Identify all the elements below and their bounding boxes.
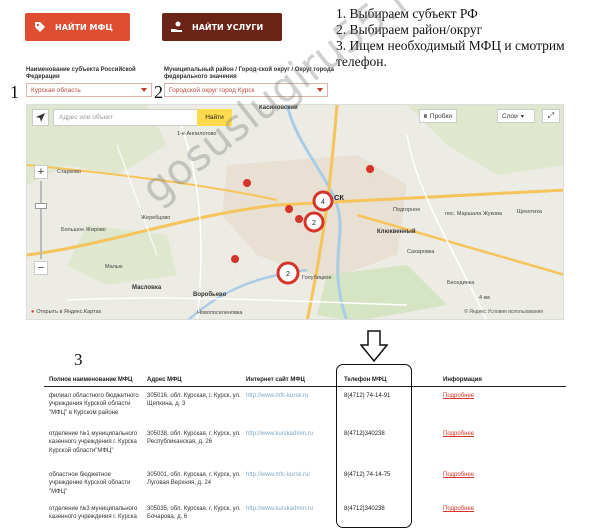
table-cell-address: 305035, обл. Курская, г. Курск, ул. Боча… — [147, 506, 241, 521]
details-link[interactable]: Подробнее — [443, 430, 474, 438]
svg-text:2: 2 — [286, 271, 290, 278]
table-cell-name: областное бюджетное учреждение Курской о… — [49, 472, 131, 495]
col-header-site: Интернет сайт МФЦ — [246, 377, 305, 383]
map-scale: 4 км — [479, 295, 490, 301]
cluster-marker[interactable]: 2 — [303, 211, 325, 233]
find-services-button[interactable]: НАЙТИ УСЛУГИ — [162, 13, 282, 41]
find-mfc-label: НАЙТИ МФЦ — [55, 22, 113, 32]
details-link[interactable]: Подробнее — [443, 392, 474, 400]
table-cell-site-link[interactable]: http://www.kurskadmin.ru — [246, 430, 341, 438]
table-cell-address: 305038, обл. Курская, г. Курск, ул. Респ… — [147, 431, 241, 446]
col-header-name: Полное наименование МФЦ — [49, 377, 133, 383]
subject-label: Наименование субъекта Российской Федерац… — [26, 67, 136, 80]
table-cell-address: 305016, обл. Курская, г. Курск, ул. Щепк… — [147, 393, 241, 408]
col-header-address: Адрес МФЦ — [147, 377, 182, 383]
step-marker-2: 2 — [154, 82, 163, 102]
open-in-yandex-link[interactable]: ● Открыть в Яндекс.Картах — [31, 309, 101, 315]
table-cell-site-link[interactable]: http://www.mfc-kursk.ru/ — [246, 471, 341, 479]
details-link[interactable]: Подробнее — [443, 505, 474, 513]
map-pin-icon[interactable] — [231, 255, 240, 271]
map-pin-icon[interactable] — [366, 165, 375, 181]
svg-text:2: 2 — [312, 220, 316, 227]
step-marker-1: 1 — [10, 82, 19, 102]
find-mfc-button[interactable]: НАЙТИ МФЦ — [25, 13, 130, 41]
map-widget[interactable]: Адрес или объект Найти Пробки Слои ▾ ⤢ +… — [26, 104, 564, 320]
details-link[interactable]: Подробнее — [443, 471, 474, 479]
table-divider — [44, 386, 566, 387]
step-marker-3: 3 — [74, 350, 83, 369]
subject-select[interactable]: Курская область — [26, 83, 152, 97]
map-pin-icon[interactable] — [295, 215, 304, 231]
col-header-info: Информация — [443, 377, 482, 383]
cluster-marker[interactable]: 4 — [312, 190, 334, 212]
map-copyright: © Яндекс Условия использования — [464, 309, 543, 315]
map-pin-icon[interactable] — [243, 179, 252, 195]
table-cell-address: 305001, обл. Курская, г. Курск, ул. Луго… — [147, 472, 241, 487]
phone-column-highlight — [336, 364, 412, 528]
table-cell-site-link[interactable]: http://www.kurskadmin.ru — [246, 505, 341, 513]
svg-text:4: 4 — [321, 199, 325, 206]
table-cell-name: отделение №1 муниципального казенного уч… — [49, 431, 138, 454]
table-cell-site-link[interactable]: http://www.mfc-kursk.ru — [246, 392, 341, 400]
cluster-marker[interactable]: 2 — [276, 261, 300, 285]
arrow-down-icon — [360, 330, 388, 362]
find-services-label: НАЙТИ УСЛУГИ — [192, 22, 264, 32]
map-scale-label: 4 км — [479, 295, 490, 301]
yandex-pin-icon: ● — [31, 309, 35, 315]
open-in-yandex-label: Открыть в Яндекс.Картах — [36, 309, 102, 315]
chevron-down-icon — [141, 88, 147, 92]
table-cell-name: филиал областного бюджетного учреждения … — [49, 393, 139, 416]
subject-select-value: Курская область — [31, 86, 81, 94]
map-pin-icon[interactable] — [285, 205, 294, 221]
hand-service-icon — [170, 20, 184, 34]
map-markers-layer: 4 2 2 — [231, 165, 375, 285]
table-cell-name: отделение №3 муниципального казенного уч… — [49, 506, 138, 521]
tag-icon — [33, 20, 47, 34]
